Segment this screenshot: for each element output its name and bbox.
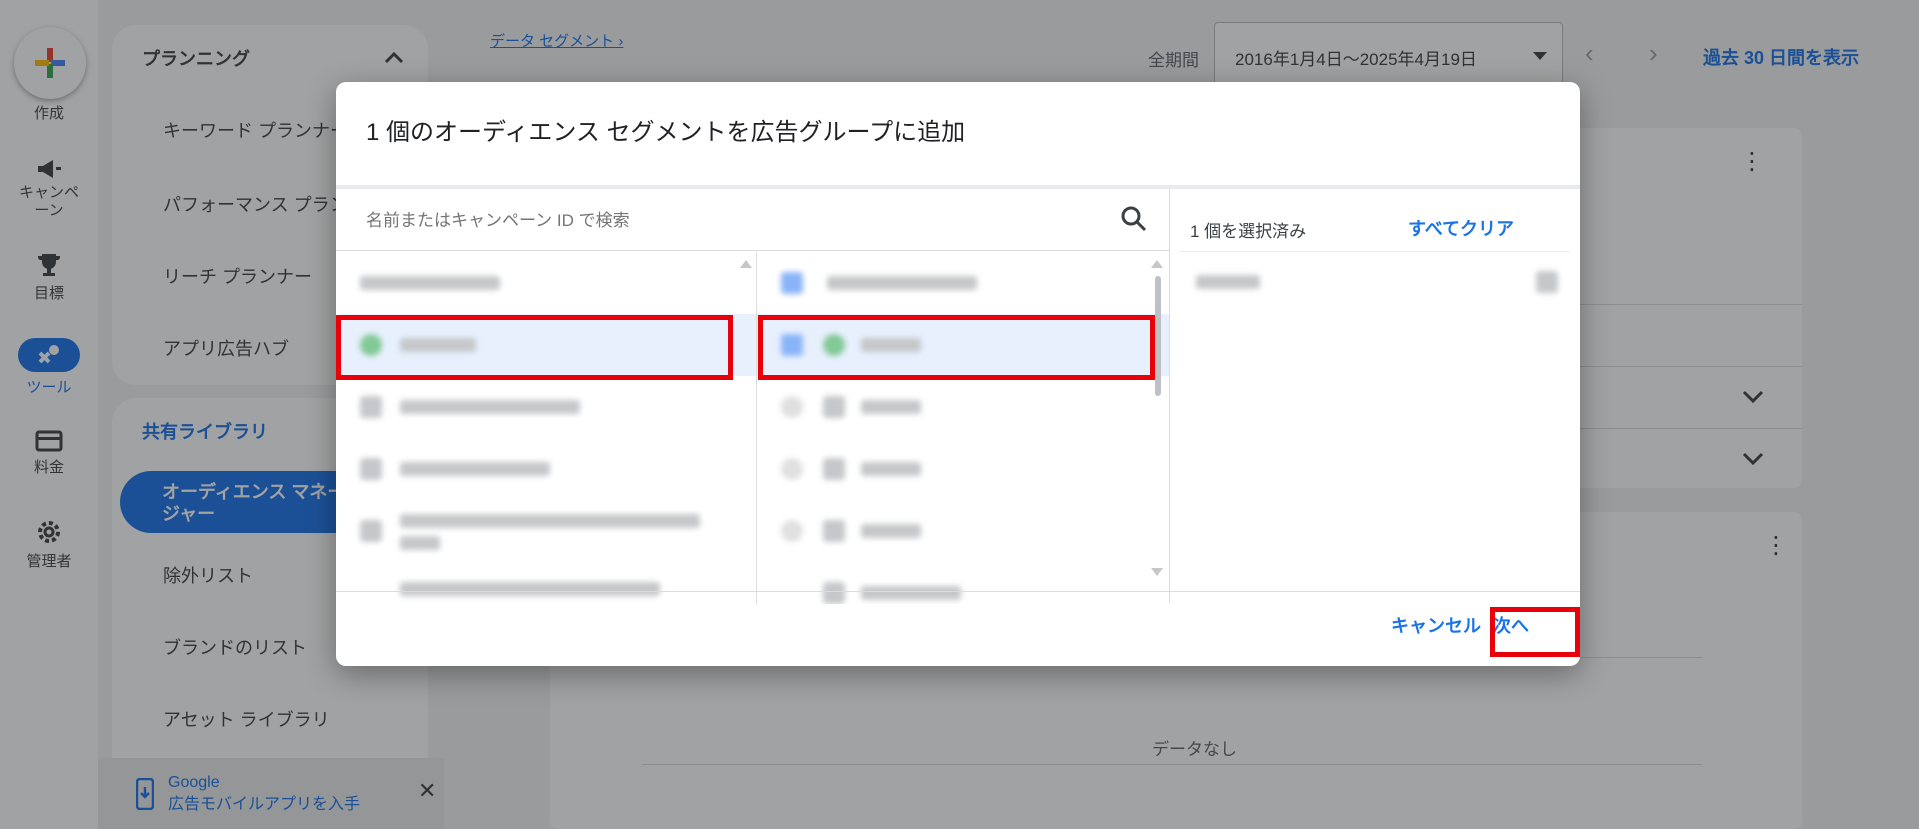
list-item[interactable] xyxy=(340,376,756,438)
list-item[interactable] xyxy=(340,252,756,314)
list-item[interactable] xyxy=(757,438,1169,500)
list-item[interactable] xyxy=(757,500,1169,562)
selected-item xyxy=(1180,253,1570,313)
scroll-up-icon[interactable] xyxy=(740,260,752,268)
campaign-list xyxy=(340,252,756,604)
dialog-footer: キャンセル 次へ xyxy=(336,591,1580,666)
list-item[interactable] xyxy=(757,252,1169,314)
list-item[interactable] xyxy=(340,500,756,562)
search-input[interactable] xyxy=(366,207,1106,235)
highlight-box-segment-selection xyxy=(758,315,1155,380)
cancel-button[interactable]: キャンセル xyxy=(1391,612,1481,638)
remove-icon[interactable] xyxy=(1536,271,1558,293)
search-row xyxy=(336,189,1169,251)
list-item[interactable] xyxy=(340,438,756,500)
highlight-box-left-selection xyxy=(336,315,733,380)
search-icon[interactable] xyxy=(1120,205,1148,233)
selected-pane: 1 個を選択済み すべてクリア xyxy=(1170,189,1580,603)
scroll-down-icon[interactable] xyxy=(1151,568,1163,576)
segment-list xyxy=(757,252,1169,604)
scrollbar-thumb[interactable] xyxy=(1155,276,1161,396)
dialog-title: 1 個のオーディエンス セグメントを広告グループに追加 xyxy=(366,119,966,146)
highlight-box-next-button xyxy=(1490,607,1580,657)
selected-count: 1 個を選択済み xyxy=(1190,222,1307,241)
list-item[interactable] xyxy=(757,376,1169,438)
clear-all-button[interactable]: すべてクリア xyxy=(1408,215,1514,241)
scroll-up-icon[interactable] xyxy=(1151,260,1163,268)
